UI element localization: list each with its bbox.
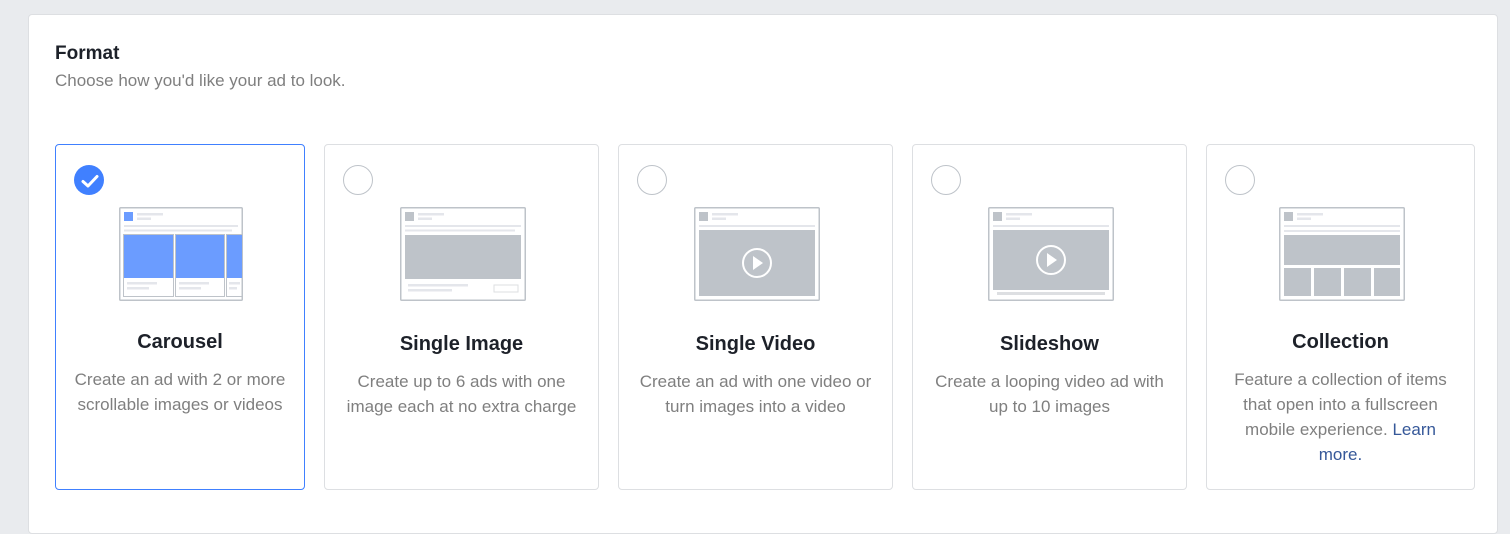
- radio-unchecked-icon[interactable]: [931, 165, 961, 195]
- format-option-single-video[interactable]: Single Video Create an ad with one video…: [618, 144, 893, 490]
- format-option-label: Collection: [1292, 331, 1389, 353]
- format-option-collection[interactable]: Collection Feature a collection of items…: [1206, 144, 1475, 490]
- format-option-description: Create an ad with 2 or more scrollable i…: [74, 370, 286, 414]
- format-option-description: Create an ad with one video or turn imag…: [639, 372, 872, 416]
- format-panel: Format Choose how you'd like your ad to …: [28, 14, 1498, 534]
- radio-checked-icon[interactable]: [74, 165, 104, 195]
- format-option-label: Single Video: [695, 333, 816, 355]
- format-option-carousel[interactable]: Carousel Create an ad with 2 or more scr…: [55, 144, 305, 490]
- radio-unchecked-icon[interactable]: [637, 165, 667, 195]
- format-option-single-image[interactable]: Single Image Create up to 6 ads with one…: [324, 144, 599, 490]
- format-option-description: Feature a collection of items that open …: [1225, 367, 1456, 467]
- slideshow-preview-icon: [988, 207, 1114, 301]
- section-title: Format: [55, 43, 120, 64]
- single-image-preview-icon: [400, 207, 526, 301]
- format-option-label: Single Image: [399, 333, 524, 355]
- section-subtitle: Choose how you'd like your ad to look.: [55, 71, 346, 90]
- radio-unchecked-icon[interactable]: [1225, 165, 1255, 195]
- collection-preview-icon: [1279, 207, 1405, 301]
- radio-unchecked-icon[interactable]: [343, 165, 373, 195]
- carousel-preview-icon: [119, 207, 243, 301]
- format-option-label: Carousel: [137, 331, 223, 353]
- single-video-preview-icon: [694, 207, 820, 301]
- format-option-label: Slideshow: [1000, 333, 1099, 355]
- format-option-slideshow[interactable]: Slideshow Create a looping video ad with…: [912, 144, 1187, 490]
- format-option-description: Create a looping video ad with up to 10 …: [935, 372, 1164, 416]
- format-option-description: Create up to 6 ads with one image each a…: [346, 372, 577, 416]
